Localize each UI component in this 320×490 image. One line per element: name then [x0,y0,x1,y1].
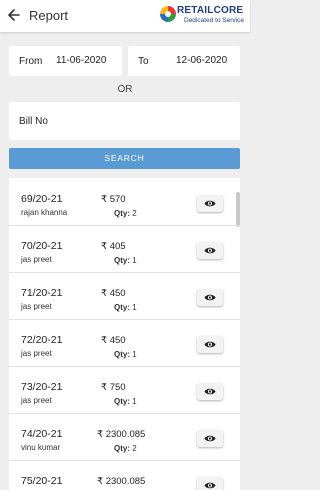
bill-qty: Qty: 2 [114,209,137,218]
bill-number: 70/20-21 [21,240,63,252]
from-date-field[interactable]: From 11-06-2020 [9,46,122,76]
bill-qty: Qty: 1 [114,303,137,312]
bill-row[interactable]: 74/20-21 vinu kumar ₹ 2300.085 Qty: 2 [9,413,240,461]
amount-value: 2300.085 [105,476,146,487]
qty-label: Qty: [114,209,130,218]
amount-value: 750 [109,382,126,393]
qty-value: 1 [132,303,137,312]
or-separator: OR [117,84,133,95]
bill-qty: Qty: 1 [114,397,137,406]
bill-number: 72/20-21 [21,334,63,346]
view-bill-button[interactable] [197,289,223,306]
bill-qty: Qty: 2 [114,444,137,453]
currency-symbol: ₹ [101,194,108,205]
bill-number: 73/20-21 [21,381,63,393]
search-button[interactable]: SEARCH [9,148,240,169]
customer-name: jas preet [21,255,52,264]
currency-symbol: ₹ [101,382,108,393]
amount-value: 570 [109,194,126,205]
qty-label: Qty: [114,350,130,359]
customer-name: vinu kumar [21,443,61,452]
brand-name: RETAILCORE [177,5,244,16]
amount-value: 405 [109,241,126,252]
bill-no-placeholder: Bill No [19,116,48,127]
qty-label: Qty: [114,397,130,406]
bill-number: 71/20-21 [21,287,63,299]
brand-mark-icon [160,6,176,22]
bill-amount: ₹ 405 [101,241,126,252]
brand-tagline: Dedicated to Service [184,17,244,24]
bill-amount: ₹ 750 [101,382,126,393]
customer-name: jas preet [21,302,52,311]
currency-symbol: ₹ [97,476,104,487]
bill-amount: ₹ 570 [101,194,126,205]
from-label: From [19,56,43,67]
bill-row[interactable]: 71/20-21 jas preet ₹ 450 Qty: 1 [9,272,240,320]
eye-icon [204,199,216,208]
bill-amount: ₹ 450 [101,288,126,299]
bill-amount: ₹ 2300.085 [97,476,145,487]
bill-amount: ₹ 450 [101,335,126,346]
eye-icon [204,340,216,349]
qty-label: Qty: [114,444,130,453]
view-bill-button[interactable] [197,195,223,212]
customer-name: jas preet [21,396,52,405]
qty-value: 2 [132,444,137,453]
qty-label: Qty: [114,256,130,265]
currency-symbol: ₹ [101,335,108,346]
eye-icon [204,434,216,443]
amount-value: 450 [109,288,126,299]
bill-number: 75/20-21 [21,475,63,487]
view-bill-button[interactable] [197,430,223,447]
from-date-value: 11-06-2020 [56,55,107,66]
bill-no-input[interactable]: Bill No [9,102,240,140]
amount-value: 450 [109,335,126,346]
back-arrow-icon[interactable] [7,7,21,23]
to-date-field[interactable]: To 12-06-2020 [128,46,240,76]
bill-row[interactable]: 69/20-21 rajan khanna ₹ 570 Qty: 2 [9,178,240,226]
bill-qty: Qty: 1 [114,256,137,265]
qty-value: 1 [132,350,137,359]
customer-name: jas preet [21,349,52,358]
qty-value: 2 [132,209,137,218]
brand-logo: RETAILCORE Dedicated to Service [160,4,248,28]
bill-row[interactable]: 75/20-21 ₹ 2300.085 [9,460,240,490]
app-bar: Report RETAILCORE Dedicated to Service [0,0,250,32]
eye-icon [204,293,216,302]
view-bill-button[interactable] [197,383,223,400]
view-bill-button[interactable] [197,242,223,259]
eye-icon [204,481,216,490]
bill-number: 69/20-21 [21,193,63,205]
eye-icon [204,387,216,396]
qty-label: Qty: [114,303,130,312]
bill-number: 74/20-21 [21,428,63,440]
bill-list: 69/20-21 rajan khanna ₹ 570 Qty: 2 70/20-21 j… [9,178,240,490]
bill-qty: Qty: 1 [114,350,137,359]
customer-name: rajan khanna [21,208,68,217]
eye-icon [204,246,216,255]
qty-value: 1 [132,397,137,406]
bill-amount: ₹ 2300.085 [97,429,145,440]
to-label: To [138,56,149,67]
bill-row[interactable]: 72/20-21 jas preet ₹ 450 Qty: 1 [9,319,240,367]
view-bill-button[interactable] [197,336,223,353]
amount-value: 2300.085 [105,429,146,440]
bill-row[interactable]: 70/20-21 jas preet ₹ 405 Qty: 1 [9,225,240,273]
page-title: Report [29,8,69,23]
bill-row[interactable]: 73/20-21 jas preet ₹ 750 Qty: 1 [9,366,240,414]
currency-symbol: ₹ [97,429,104,440]
currency-symbol: ₹ [101,288,108,299]
currency-symbol: ₹ [101,241,108,252]
qty-value: 1 [132,256,137,265]
to-date-value: 12-06-2020 [176,55,228,66]
view-bill-button[interactable] [197,477,223,490]
